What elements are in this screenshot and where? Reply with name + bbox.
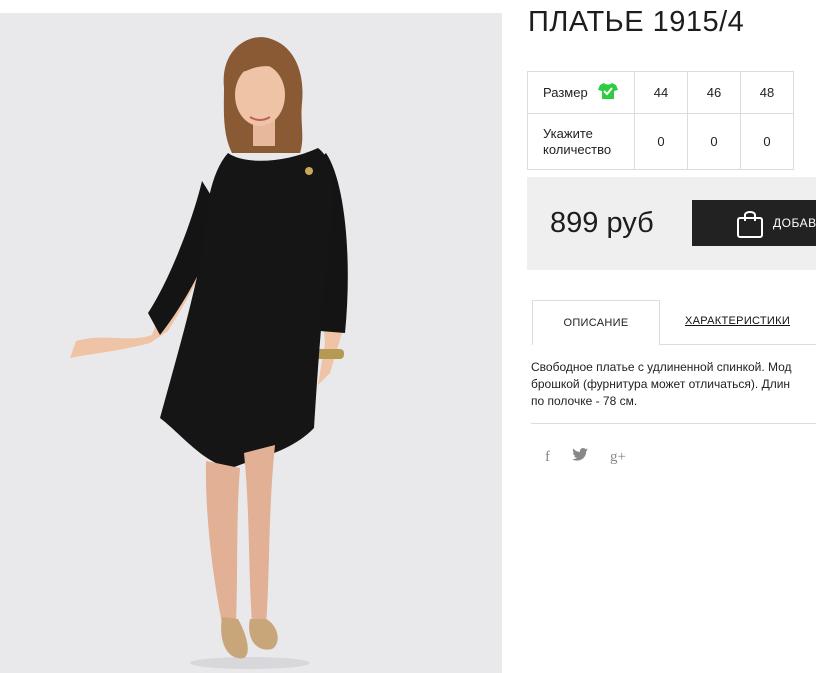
product-description: Свободное платье с удлиненной спинкой. М…	[531, 359, 816, 413]
quantity-label: Укажите количество	[527, 113, 635, 170]
twitter-icon[interactable]	[572, 448, 588, 466]
description-line: брошкой (фурнитура может отличаться). Дл…	[531, 377, 791, 391]
size-48[interactable]: 48	[740, 71, 794, 114]
facebook-icon[interactable]: f	[545, 448, 550, 466]
social-share: f g+	[545, 448, 648, 466]
size-46[interactable]: 46	[687, 71, 741, 114]
quantity-label-line1: Укажите	[543, 125, 593, 141]
price-box: 899 руб ДОБАВ	[527, 177, 816, 270]
description-line: по полочке - 78 см.	[531, 394, 638, 408]
size-label-cell: Размер	[527, 71, 635, 114]
quantity-input-44[interactable]: 0	[634, 113, 688, 170]
divider	[531, 423, 816, 424]
product-title: ПЛАТЬЕ 1915/4	[528, 6, 745, 38]
tab-characteristics[interactable]: ХАРАКТЕРИСТИКИ	[685, 315, 790, 327]
tab-description[interactable]: ОПИСАНИЕ	[532, 300, 660, 345]
description-line: Свободное платье с удлиненной спинкой. М…	[531, 360, 792, 374]
quantity-label-line2: количество	[543, 141, 612, 157]
quantity-input-46[interactable]: 0	[687, 113, 741, 170]
size-row: Размер 44 46 48	[527, 71, 794, 114]
add-to-cart-label: ДОБАВ	[773, 216, 816, 230]
google-plus-icon[interactable]: g+	[610, 448, 626, 466]
size-44[interactable]: 44	[634, 71, 688, 114]
add-to-cart-button[interactable]: ДОБАВ	[692, 200, 816, 246]
size-label: Размер	[543, 84, 588, 100]
quantity-input-48[interactable]: 0	[740, 113, 794, 170]
price: 899 руб	[550, 207, 654, 239]
tshirt-check-icon[interactable]	[597, 82, 618, 104]
product-photo[interactable]	[0, 13, 502, 673]
product-tabs: ОПИСАНИЕ ХАРАКТЕРИСТИКИ	[532, 300, 816, 345]
shopping-bag-icon	[736, 209, 764, 244]
size-quantity-table: Размер 44 46 48 Укажите количество 0 0 0	[527, 71, 794, 170]
tabs-divider	[660, 344, 816, 345]
quantity-row: Укажите количество 0 0 0	[527, 113, 794, 170]
